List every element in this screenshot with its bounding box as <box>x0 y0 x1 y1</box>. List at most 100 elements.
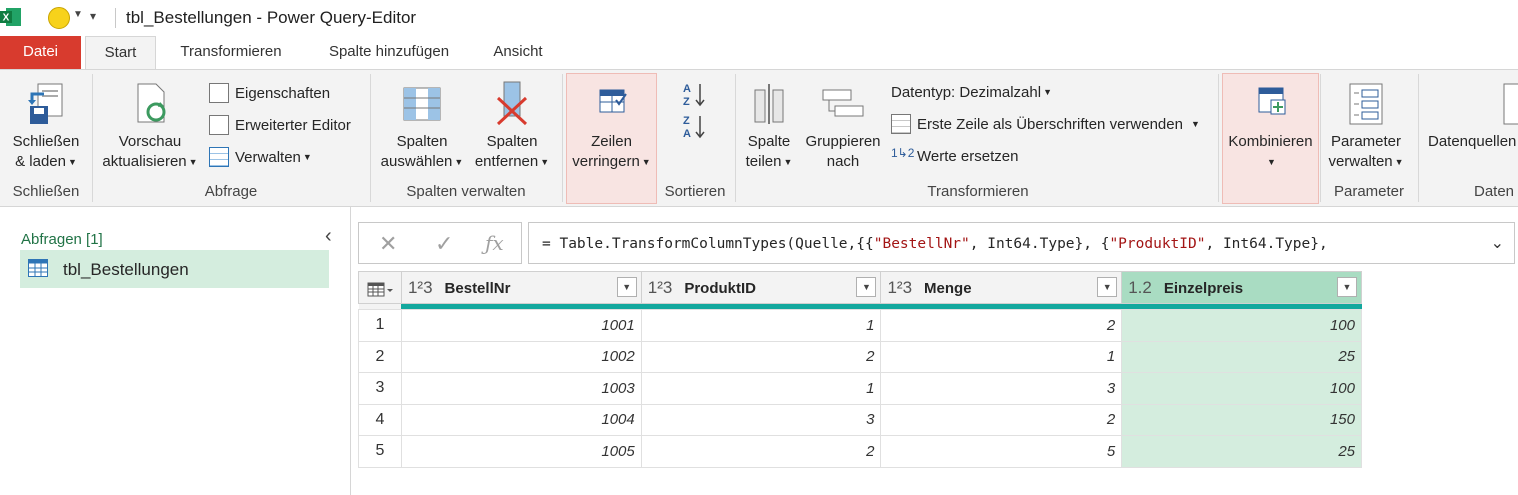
chevron-down-icon: ▼ <box>783 157 793 168</box>
sort-ascending-button[interactable]: A Z <box>680 80 708 108</box>
column-type-icon[interactable]: 1²3 <box>648 278 673 298</box>
replace-values-button[interactable]: 1↳2 Werte ersetzen <box>891 144 1018 168</box>
remove-columns-icon <box>496 81 528 126</box>
table-row[interactable]: 3 1003 1 3 100 <box>358 372 1362 405</box>
column-type-icon[interactable]: 1²3 <box>887 278 912 298</box>
query-item[interactable]: tbl_Bestellungen <box>20 250 329 288</box>
table-cell[interactable]: 1 <box>880 340 1123 373</box>
chevron-down-icon: ▼ <box>641 157 651 168</box>
table-row[interactable]: 5 1005 2 5 25 <box>358 435 1362 468</box>
table-cell[interactable]: 1 <box>640 372 882 405</box>
confirm-icon[interactable]: ✓ <box>435 231 453 257</box>
manage-button[interactable]: Verwalten ▼ <box>209 145 312 169</box>
table-cell[interactable]: 100 <box>1121 372 1362 405</box>
table-cell[interactable]: 1 <box>640 309 882 342</box>
combine-button[interactable]: Kombinieren ▼ <box>1222 80 1319 172</box>
filter-dropdown-icon[interactable]: ▼ <box>1337 277 1357 297</box>
table-menu-button[interactable] <box>358 271 402 304</box>
table-cell[interactable]: 2 <box>640 435 882 468</box>
group-separator <box>562 74 563 202</box>
tab-spalte-hinzufuegen[interactable]: Spalte hinzufügen <box>313 36 465 69</box>
row-number[interactable]: 4 <box>358 403 402 436</box>
sort-descending-button[interactable]: Z A <box>680 112 708 140</box>
cancel-icon[interactable]: ✕ <box>379 231 397 257</box>
table-row[interactable]: 2 1002 2 1 25 <box>358 340 1362 373</box>
row-number[interactable]: 1 <box>358 309 402 342</box>
column-type-icon[interactable]: 1.2 <box>1128 278 1152 298</box>
table-cell[interactable]: 1005 <box>400 435 642 468</box>
choose-columns-button[interactable]: Spalten auswählen ▼ <box>376 80 468 172</box>
data-type-label: Datentyp: Dezimalzahl <box>891 83 1042 101</box>
svg-text:Z: Z <box>683 96 690 108</box>
feedback-smiley-icon[interactable] <box>48 7 70 29</box>
table-cell[interactable]: 150 <box>1121 403 1362 436</box>
tab-datei[interactable]: Datei <box>0 36 81 69</box>
function-icon[interactable]: ƒx <box>485 231 504 255</box>
table-cell[interactable]: 100 <box>1121 309 1362 342</box>
table-cell[interactable]: 1001 <box>400 309 642 342</box>
advanced-editor-label: Erweiterter Editor <box>235 116 351 134</box>
expand-formula-icon[interactable]: ⌄ <box>1491 223 1504 263</box>
table-cell[interactable]: 2 <box>880 309 1123 342</box>
row-number[interactable]: 3 <box>358 372 402 405</box>
column-header[interactable]: 1²3 ProduktID ▼ <box>640 271 882 304</box>
formula-string: "BestellNr" <box>873 236 970 252</box>
group-by-button[interactable]: Gruppieren nach <box>800 80 886 172</box>
table-cell[interactable]: 25 <box>1121 340 1362 373</box>
formula-input[interactable]: = Table.TransformColumnTypes(Quelle,{{"B… <box>528 222 1515 264</box>
title-separator <box>115 8 116 28</box>
manage-label: Verwalten <box>235 148 301 166</box>
smiley-dropdown-icon[interactable]: ▼ <box>73 9 83 20</box>
data-source-settings-icon <box>1503 83 1518 125</box>
remove-columns-label-1: Spalten <box>486 133 538 150</box>
column-header[interactable]: 1²3 BestellNr ▼ <box>400 271 642 304</box>
use-first-row-label: Erste Zeile als Überschriften verwenden <box>917 115 1183 133</box>
column-header-selected[interactable]: 1.2 Einzelpreis ▼ <box>1121 271 1362 304</box>
data-type-dropdown[interactable]: Datentyp: Dezimalzahl ▼ <box>891 80 1052 104</box>
remove-columns-button[interactable]: Spalten entfernen ▼ <box>469 80 555 172</box>
formula-buttons: ✕ ✓ ƒx <box>358 222 522 264</box>
properties-button[interactable]: Eigenschaften <box>209 81 330 105</box>
reduce-rows-button[interactable]: Zeilen verringern ▼ <box>566 80 657 172</box>
close-and-load-button[interactable]: Schließen & laden ▼ <box>6 80 86 172</box>
collapse-pane-icon[interactable]: ‹ <box>325 225 332 248</box>
use-first-row-as-headers-button[interactable]: Erste Zeile als Überschriften verwenden ▼ <box>891 112 1200 136</box>
filter-dropdown-icon[interactable]: ▼ <box>616 277 637 297</box>
split-column-button[interactable]: Spalte teilen ▼ <box>740 80 798 172</box>
tab-ansicht[interactable]: Ansicht <box>476 36 560 69</box>
close-and-load-icon <box>28 83 63 124</box>
refresh-preview-label-1: Vorschau <box>118 133 182 150</box>
manage-parameters-button[interactable]: Parameter verwalten ▼ <box>1324 80 1408 172</box>
group-separator <box>1320 74 1321 202</box>
tab-start[interactable]: Start <box>85 36 156 69</box>
table-cell[interactable]: 1004 <box>400 403 642 436</box>
table-cell[interactable]: 2 <box>880 403 1123 436</box>
table-cell[interactable]: 5 <box>880 435 1123 468</box>
column-type-icon[interactable]: 1²3 <box>408 278 433 298</box>
table-menu-icon <box>367 282 393 296</box>
table-cell[interactable]: 1003 <box>400 372 642 405</box>
table-cell[interactable]: 25 <box>1121 435 1362 468</box>
filter-dropdown-icon[interactable]: ▼ <box>856 277 877 297</box>
tab-transformieren[interactable]: Transformieren <box>160 36 302 69</box>
table-cell[interactable]: 3 <box>880 372 1123 405</box>
table-cell[interactable]: 2 <box>640 340 882 373</box>
sort-descending-icon: Z A <box>683 115 705 140</box>
chevron-down-icon: ▼ <box>1190 119 1200 129</box>
row-number[interactable]: 2 <box>358 340 402 373</box>
row-number[interactable]: 5 <box>358 435 402 468</box>
advanced-editor-button[interactable]: Erweiterter Editor <box>209 113 351 137</box>
column-header[interactable]: 1²3 Menge ▼ <box>880 271 1123 304</box>
table-row[interactable]: 4 1004 3 2 150 <box>358 403 1362 436</box>
quick-access-customize-icon[interactable]: ▾ <box>90 9 96 23</box>
combine-label: Kombinieren <box>1228 133 1313 150</box>
group-label-sortieren: Sortieren <box>664 183 726 200</box>
table-row[interactable]: 1 1001 1 2 100 <box>358 309 1362 342</box>
column-name: Einzelpreis <box>1163 279 1244 297</box>
data-source-settings-button[interactable]: Datenquellen <box>1424 80 1518 152</box>
table-cell[interactable]: 1002 <box>400 340 642 373</box>
choose-columns-label-1: Spalten <box>396 133 448 150</box>
filter-dropdown-icon[interactable]: ▼ <box>1097 277 1118 297</box>
refresh-preview-button[interactable]: Vorschau aktualisieren ▼ <box>98 80 202 172</box>
table-cell[interactable]: 3 <box>640 403 882 436</box>
